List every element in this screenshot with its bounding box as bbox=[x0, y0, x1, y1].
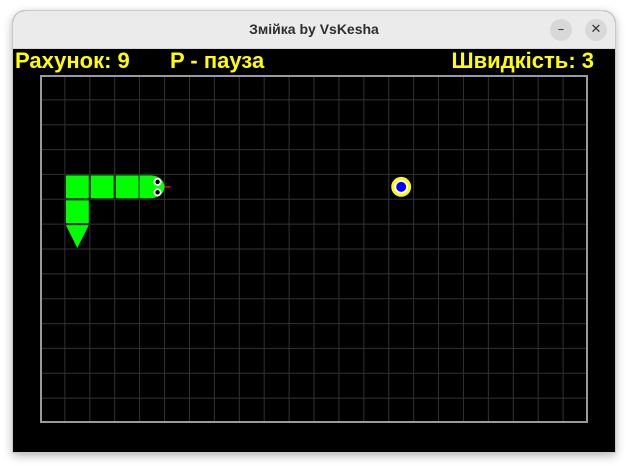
snake-segment bbox=[65, 200, 89, 224]
game-window: Змійка by VsKesha – ✕ Рахунок: 9 P - пау… bbox=[13, 11, 615, 452]
speed-label: Швидкість: 3 bbox=[451, 48, 594, 73]
snake-pupil-left bbox=[155, 179, 160, 185]
game-board bbox=[40, 75, 588, 423]
snake-segment bbox=[90, 175, 114, 199]
snake-segment bbox=[65, 175, 89, 199]
close-icon: ✕ bbox=[590, 22, 602, 37]
window-title: Змійка by VsKesha bbox=[249, 21, 379, 37]
score-label: Рахунок: 9 bbox=[15, 48, 130, 73]
snake-tail bbox=[65, 225, 89, 248]
snake-pupil-right bbox=[155, 190, 160, 195]
food-center bbox=[396, 181, 407, 192]
minimize-icon: – bbox=[557, 22, 565, 37]
close-button[interactable]: ✕ bbox=[585, 19, 607, 41]
title-bar[interactable]: Змійка by VsKesha – ✕ bbox=[13, 11, 615, 49]
minimize-button[interactable]: – bbox=[550, 19, 572, 41]
snake-head bbox=[139, 175, 165, 199]
game-area[interactable]: Рахунок: 9 P - пауза Швидкість: 3 bbox=[13, 49, 615, 452]
snake-segment bbox=[115, 175, 139, 199]
pause-hint: P - пауза bbox=[170, 48, 265, 73]
